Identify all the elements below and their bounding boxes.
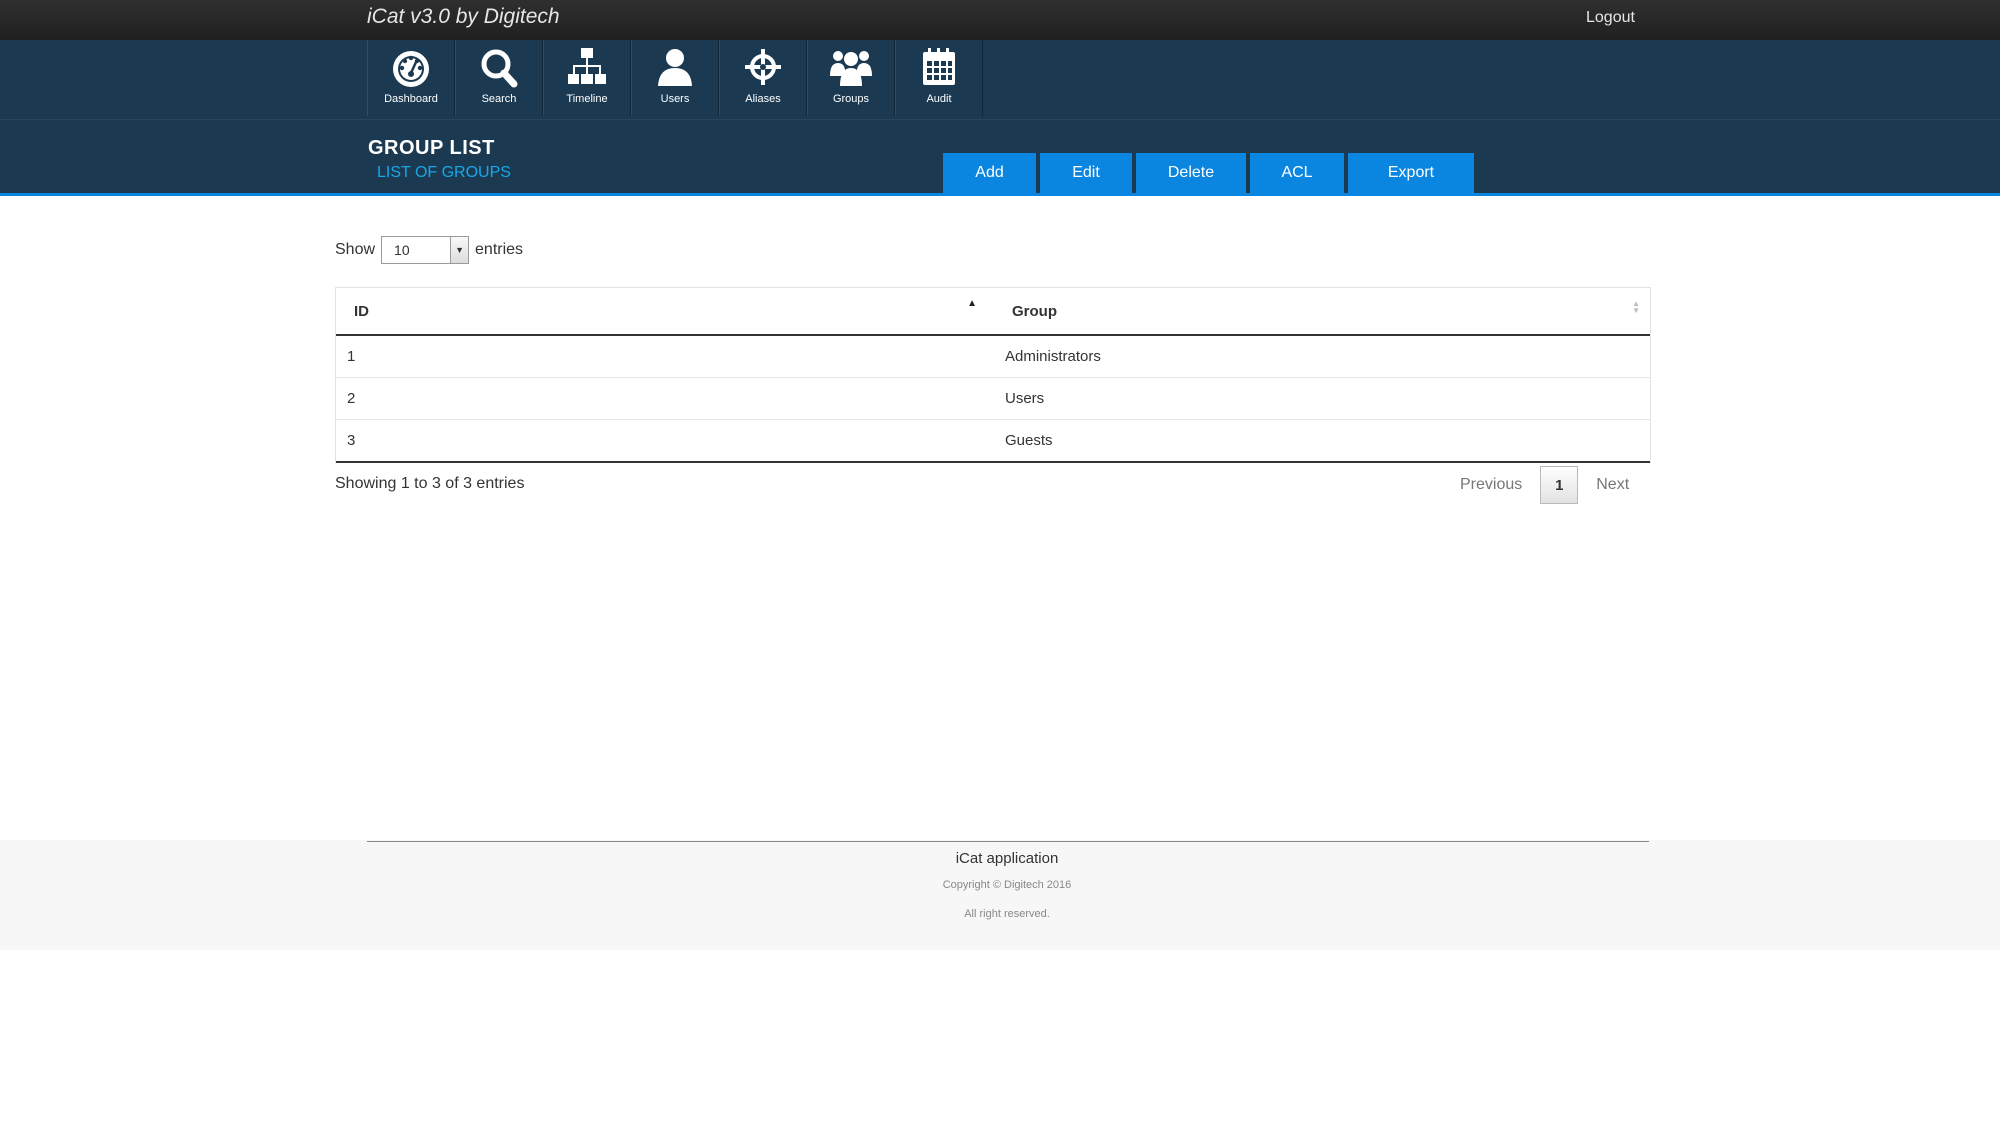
add-button[interactable]: Add (943, 153, 1036, 193)
column-header-label: ID (354, 302, 369, 320)
dashboard-icon (393, 51, 429, 87)
cell-id: 2 (336, 377, 995, 420)
top-bar: iCat v3.0 by Digitech Logout (0, 0, 2000, 41)
nav-label: Timeline (566, 93, 608, 105)
column-header-group[interactable]: Group ▲ ▼ (995, 288, 1650, 336)
crosshair-icon (745, 49, 781, 85)
length-menu-suffix: entries (475, 241, 524, 258)
footer-app-name: iCat application (955, 850, 1059, 867)
export-button[interactable]: Export (1348, 153, 1474, 193)
current-page-button[interactable]: 1 (1540, 466, 1579, 504)
user-icon (658, 49, 692, 86)
nav-label: Audit (926, 93, 952, 105)
table-header-row: ID ▲ Group ▲ ▼ (336, 288, 1650, 336)
previous-page-button[interactable]: Previous (1460, 476, 1522, 494)
groups-table: ID ▲ Group ▲ ▼ 1 Administrators 2 Users 3… (335, 287, 1651, 463)
nav-item-search[interactable]: Search (455, 40, 543, 116)
length-menu-prefix: Show (335, 241, 376, 258)
table-row[interactable]: 1 Administrators (336, 335, 1650, 378)
delete-button[interactable]: Delete (1136, 153, 1246, 193)
sort-ascending-icon: ▲ (967, 298, 977, 309)
column-header-id[interactable]: ID ▲ (336, 288, 995, 336)
cell-group: Guests (995, 419, 1650, 463)
next-page-button[interactable]: Next (1596, 476, 1629, 494)
nav-label: Aliases (745, 93, 781, 105)
app-title: iCat v3.0 by Digitech (367, 5, 560, 28)
cell-group: Users (995, 377, 1650, 420)
acl-button[interactable]: ACL (1250, 153, 1344, 193)
nav-item-dashboard[interactable]: Dashboard (367, 40, 455, 116)
cell-id: 3 (336, 419, 995, 463)
footer: iCat application Copyright © Digitech 20… (0, 840, 2000, 950)
nav-item-users[interactable]: Users (631, 40, 719, 116)
action-toolbar: Add Edit Delete ACL Export (943, 153, 1478, 193)
pagination: Previous 1 Next (1460, 466, 1629, 504)
cell-group: Administrators (995, 335, 1650, 378)
length-menu: Show 10 ▼ entries (335, 236, 523, 264)
edit-button[interactable]: Edit (1040, 153, 1132, 193)
nav-item-aliases[interactable]: Aliases (719, 40, 807, 116)
calendar-icon (923, 48, 955, 85)
main-nav: Dashboard Search Timeline Users Aliases … (0, 40, 2000, 120)
table-row[interactable]: 2 Users (336, 377, 1650, 420)
search-icon (481, 49, 518, 88)
sort-both-icon: ▲ ▼ (1632, 299, 1640, 315)
nav-label: Users (660, 93, 690, 105)
nav-label: Search (481, 93, 517, 105)
page-subtitle: LIST OF GROUPS (377, 164, 511, 181)
table-row[interactable]: 3 Guests (336, 419, 1650, 463)
nav-label: Groups (832, 93, 870, 105)
timeline-icon (568, 48, 606, 84)
page-title: GROUP LIST (368, 137, 495, 159)
column-header-label: Group (1012, 302, 1057, 320)
cell-id: 1 (336, 335, 995, 378)
logout-link[interactable]: Logout (1586, 9, 1635, 27)
footer-divider (367, 841, 1649, 842)
entries-select-value: 10 (394, 242, 410, 258)
footer-copyright: Copyright © Digitech 2016 (942, 879, 1072, 891)
groups-icon (830, 51, 872, 86)
table-info: Showing 1 to 3 of 3 entries (335, 475, 525, 492)
nav-label: Dashboard (384, 93, 438, 105)
page-header: GROUP LIST LIST OF GROUPS Add Edit Delet… (0, 120, 2000, 196)
entries-select[interactable]: 10 ▼ (381, 236, 470, 264)
nav-item-audit[interactable]: Audit (895, 40, 983, 116)
nav-item-timeline[interactable]: Timeline (543, 40, 631, 116)
chevron-down-icon[interactable]: ▼ (450, 237, 469, 263)
nav-item-groups[interactable]: Groups (807, 40, 895, 116)
footer-rights: All right reserved. (964, 908, 1050, 920)
